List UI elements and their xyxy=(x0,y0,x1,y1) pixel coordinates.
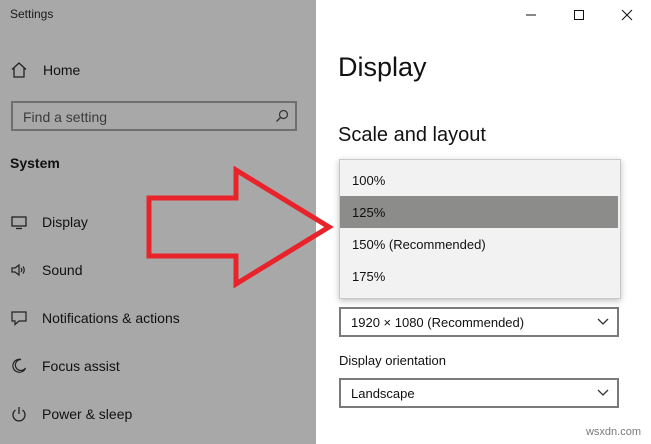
search-input[interactable] xyxy=(23,108,263,126)
orientation-select[interactable]: Landscape xyxy=(339,378,619,408)
sidebar-item-label: Display xyxy=(42,214,88,230)
scale-option-100[interactable]: 100% xyxy=(340,164,618,196)
maximize-button[interactable] xyxy=(555,0,603,30)
maximize-icon xyxy=(574,10,584,20)
chevron-down-icon xyxy=(597,318,609,325)
sidebar-item-label: Notifications & actions xyxy=(42,310,180,326)
section-title: Scale and layout xyxy=(338,124,486,146)
search-box[interactable] xyxy=(11,101,297,131)
window-title: Settings xyxy=(10,7,54,21)
message-icon xyxy=(10,309,28,327)
sidebar-item-notifications[interactable]: Notifications & actions xyxy=(0,302,316,334)
speaker-icon xyxy=(10,261,28,279)
annotation-arrow xyxy=(146,166,334,288)
sidebar-item-home[interactable]: Home xyxy=(0,54,316,86)
minimize-button[interactable] xyxy=(507,0,555,30)
sidebar-item-label: Focus assist xyxy=(42,358,120,374)
moon-icon xyxy=(10,357,28,375)
search-icon[interactable] xyxy=(275,109,289,123)
option-label: 100% xyxy=(352,173,386,188)
watermark: wsxdn.com xyxy=(585,426,641,438)
sidebar-item-power-sleep[interactable]: Power & sleep xyxy=(0,398,316,430)
sidebar-item-focus-assist[interactable]: Focus assist xyxy=(0,350,316,382)
orientation-label: Display orientation xyxy=(339,353,446,368)
main-panel: Display Scale and layout 100% 125% 150% … xyxy=(316,0,651,444)
option-label: 150% (Recommended) xyxy=(352,237,486,252)
orientation-value: Landscape xyxy=(351,386,415,401)
sidebar-item-label: Home xyxy=(43,62,81,78)
window-controls xyxy=(507,0,651,30)
monitor-icon xyxy=(10,213,28,231)
home-icon xyxy=(10,61,28,79)
scale-option-125[interactable]: 125% xyxy=(340,196,618,228)
power-icon xyxy=(10,405,28,423)
scale-dropdown-list: 100% 125% 150% (Recommended) 175% xyxy=(339,159,621,299)
page-title: Display xyxy=(338,52,427,82)
close-button[interactable] xyxy=(603,0,651,30)
resolution-select[interactable]: 1920 × 1080 (Recommended) xyxy=(339,307,619,337)
scale-option-150[interactable]: 150% (Recommended) xyxy=(340,228,618,260)
scale-option-175[interactable]: 175% xyxy=(340,260,618,292)
option-label: 175% xyxy=(352,269,386,284)
section-heading-system: System xyxy=(10,155,60,171)
minimize-icon xyxy=(526,14,536,16)
chevron-down-icon xyxy=(597,389,609,396)
sidebar-item-label: Power & sleep xyxy=(42,406,133,422)
option-label: 125% xyxy=(352,205,386,220)
sidebar-item-label: Sound xyxy=(42,262,83,278)
close-icon xyxy=(621,9,633,21)
resolution-value: 1920 × 1080 (Recommended) xyxy=(351,315,525,330)
